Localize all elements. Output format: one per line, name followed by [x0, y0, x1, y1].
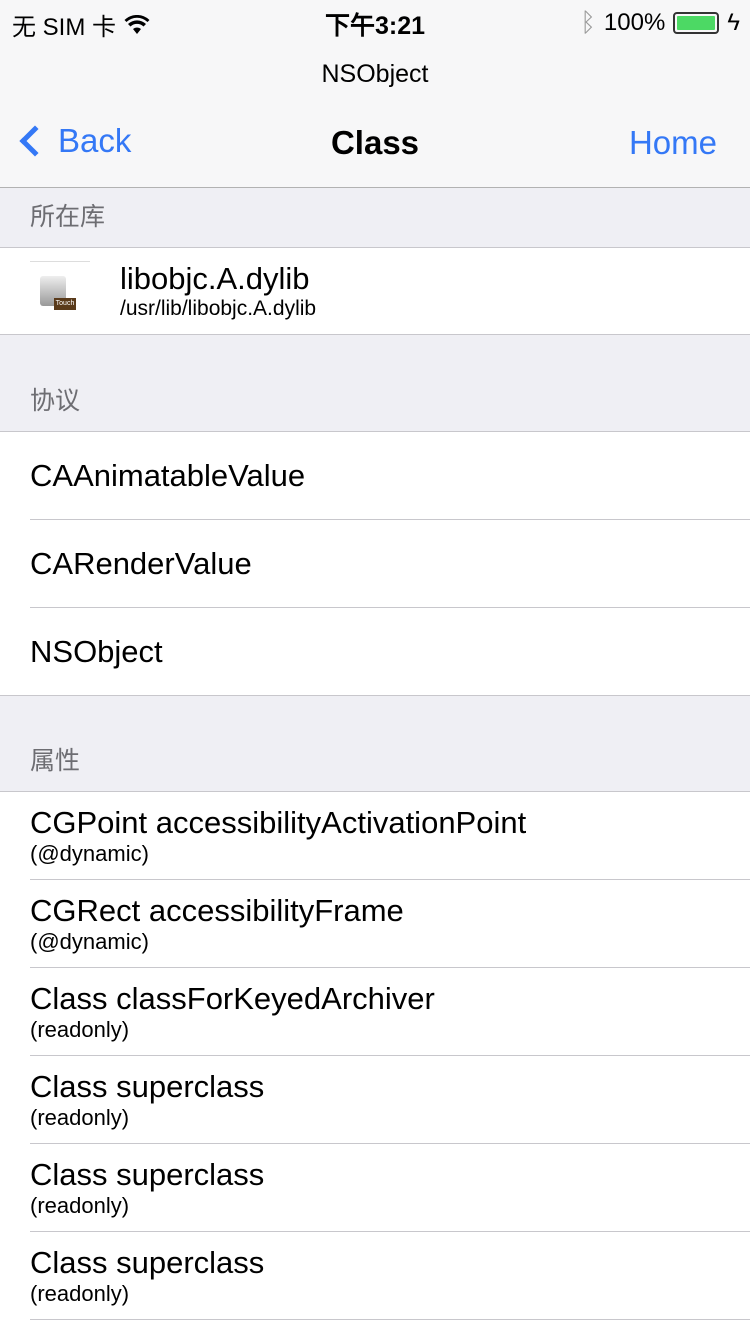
property-name: CGRect accessibilityFrame — [30, 892, 404, 928]
list-item[interactable]: Class superclass (readonly) — [30, 1144, 750, 1232]
section-header-protocols: 协议 — [0, 335, 750, 432]
library-name: libobjc.A.dylib — [120, 261, 310, 296]
list-item[interactable]: Class superclass (readonly) — [30, 1056, 750, 1144]
list-item[interactable]: NSObject — [0, 608, 750, 696]
list-item[interactable]: CGRect accessibilityFrame (@dynamic) — [30, 880, 750, 968]
section-title: 协议 — [30, 387, 81, 415]
property-attr: (@dynamic) — [30, 928, 149, 954]
protocol-name: CAAnimatableValue — [30, 457, 306, 493]
library-path: /usr/lib/libobjc.A.dylib — [120, 297, 317, 320]
list-item[interactable]: CAAnimatableValue — [30, 432, 750, 520]
section-title: 属性 — [30, 747, 81, 775]
battery-icon — [673, 11, 720, 34]
property-attr: (readonly) — [30, 1104, 130, 1130]
property-name: Class superclass — [30, 1156, 265, 1192]
library-icon: Touch — [30, 261, 90, 321]
list-item[interactable]: Class classForKeyedArchiver (readonly) — [30, 968, 750, 1056]
battery-percent: 100% — [603, 8, 666, 36]
list-item[interactable]: CGPoint accessibilityActivationPoint (@dy… — [30, 792, 750, 880]
section-header-library: 所在库 — [0, 188, 750, 248]
property-attr: (readonly) — [30, 1280, 130, 1306]
property-name: CGPoint accessibilityActivationPoint — [30, 804, 527, 840]
bluetooth-icon: ᛒ — [580, 7, 596, 37]
property-attr: (readonly) — [30, 1192, 130, 1218]
charging-icon: ϟ — [727, 8, 740, 36]
nav-prompt: NSObject — [321, 60, 429, 88]
section-header-properties: 属性 — [0, 696, 750, 792]
home-button[interactable]: Home — [629, 124, 717, 162]
protocol-list: CAAnimatableValue CARenderValue NSObject — [0, 432, 750, 696]
property-attr: (readonly) — [30, 1016, 130, 1042]
property-list: CGPoint accessibilityActivationPoint (@dy… — [0, 792, 750, 1320]
property-name: Class classForKeyedArchiver — [30, 980, 435, 1016]
library-row[interactable]: Touch libobjc.A.dylib /usr/lib/libobjc.A… — [0, 248, 750, 335]
list-item[interactable]: CARenderValue — [30, 520, 750, 608]
property-name: Class superclass — [30, 1068, 265, 1104]
list-item[interactable]: Class superclass (readonly) — [30, 1232, 750, 1320]
property-attr: (@dynamic) — [30, 840, 149, 866]
protocol-name: NSObject — [30, 633, 163, 669]
icon-badge: Touch — [54, 298, 76, 310]
navigation-header: 无 SIM 卡 下午3:21 ᛒ 100% ϟ NSObject Back Cl… — [0, 0, 750, 188]
property-name: Class superclass — [30, 1244, 265, 1280]
status-bar: 无 SIM 卡 下午3:21 ᛒ 100% ϟ — [0, 0, 750, 41]
section-title: 所在库 — [30, 203, 106, 231]
protocol-name: CARenderValue — [30, 545, 252, 581]
